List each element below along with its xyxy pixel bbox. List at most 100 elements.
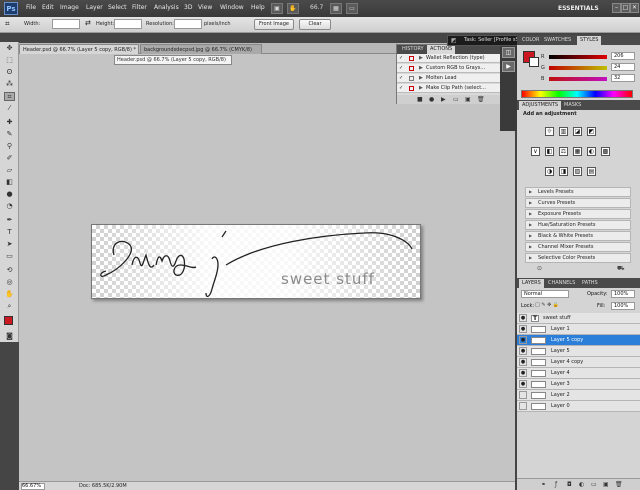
layer-row[interactable]: ● Layer 4 <box>517 368 640 379</box>
action-row[interactable]: ✓ ▶ Molten Lead <box>397 74 515 83</box>
eye-icon[interactable]: ● <box>519 336 527 344</box>
eye-icon[interactable]: ● <box>519 314 527 322</box>
front-image-button[interactable]: Front Image <box>254 19 294 30</box>
resolution-field[interactable] <box>174 19 202 29</box>
brush-tool-icon[interactable]: ✎ <box>4 130 15 139</box>
hand-icon[interactable]: ✋ <box>287 3 299 14</box>
layer-row[interactable]: Layer 2 <box>517 390 640 401</box>
adjustment-layer-icon[interactable]: ◐ <box>579 481 584 488</box>
quick-mask-icon[interactable]: ◙ <box>4 332 15 341</box>
color-balance-icon[interactable]: ⚖ <box>559 147 568 156</box>
curves-presets[interactable]: Curves Presets <box>525 198 631 208</box>
layer-row[interactable]: Layer 0 <box>517 401 640 412</box>
layer-row[interactable]: ● Layer 3 <box>517 379 640 390</box>
vibrance-icon[interactable]: ∨ <box>531 147 540 156</box>
tab-channels[interactable]: CHANNELS <box>545 279 578 288</box>
channel-mixer-presets[interactable]: Channel Mixer Presets <box>525 242 631 252</box>
color-spectrum-bar[interactable] <box>521 90 633 98</box>
layer-row[interactable]: ● T sweet stuff <box>517 313 640 324</box>
tab-swatches[interactable]: SWATCHES <box>541 36 574 45</box>
invert-icon[interactable]: ◑ <box>545 167 554 176</box>
menu-image[interactable]: Image <box>60 4 79 11</box>
tab-actions[interactable]: ACTIONS <box>427 45 456 54</box>
fx-icon[interactable]: ƒ <box>555 481 557 488</box>
actions-panel-icon[interactable]: ▶ <box>502 61 515 72</box>
crop-tool-icon[interactable]: ⌗ <box>5 19 10 29</box>
check-icon[interactable]: ✓ <box>399 85 405 91</box>
lock-icon[interactable]: □ ✎ ✥ 🔒 <box>535 302 559 308</box>
hue-saturation-presets[interactable]: Hue/Saturation Presets <box>525 220 631 230</box>
status-zoom-field[interactable]: 66.67% <box>21 483 45 490</box>
brightness-icon[interactable]: ☼ <box>545 127 554 136</box>
tab-history[interactable]: HISTORY <box>399 45 427 54</box>
swap-icon[interactable]: ⇄ <box>85 19 91 27</box>
stop-icon[interactable]: ■ <box>417 96 423 103</box>
action-row[interactable]: ✓ ▶ Wallet Reflection (type) <box>397 54 515 63</box>
foreground-color-swatch[interactable] <box>4 316 13 325</box>
history-brush-tool-icon[interactable]: ✐ <box>4 154 15 163</box>
posterize-icon[interactable]: ◨ <box>559 167 568 176</box>
clip-icon[interactable]: ⊙ <box>537 265 542 272</box>
levels-icon[interactable]: ▥ <box>559 127 568 136</box>
menu-filter[interactable]: Filter <box>132 4 147 11</box>
shape-tool-icon[interactable]: ▭ <box>4 252 15 261</box>
red-value[interactable]: 206 <box>611 52 635 60</box>
channel-mixer-icon[interactable]: ▩ <box>601 147 610 156</box>
mask-icon[interactable]: ◘ <box>567 481 572 488</box>
opacity-field[interactable]: 100% <box>611 290 635 298</box>
type-tool-icon[interactable]: T <box>4 228 15 237</box>
play-icon[interactable]: ▶ <box>441 96 446 103</box>
layer-row[interactable]: ● Layer 1 <box>517 324 640 335</box>
menu-edit[interactable]: Edit <box>42 4 54 11</box>
eraser-tool-icon[interactable]: ▱ <box>4 166 15 175</box>
action-row[interactable]: ✓ ▶ Make Clip Path (select... <box>397 84 515 93</box>
tab-styles[interactable]: STYLES <box>577 36 602 45</box>
width-field[interactable] <box>52 19 80 29</box>
menu-view[interactable]: View <box>198 4 212 11</box>
new-layer-icon[interactable]: ▣ <box>603 481 609 488</box>
black-white-icon[interactable]: ▦ <box>573 147 582 156</box>
tab-adjustments[interactable]: ADJUSTMENTS <box>519 101 562 110</box>
menu-3d[interactable]: 3D <box>184 4 192 11</box>
3d-rotate-tool-icon[interactable]: ⟲ <box>4 266 15 275</box>
blue-value[interactable]: 32 <box>611 74 635 82</box>
tab-paths[interactable]: PATHS <box>579 279 601 288</box>
lasso-tool-icon[interactable]: ʘ <box>4 68 15 77</box>
tab-layers[interactable]: LAYERS <box>519 279 544 288</box>
resolution-unit-select[interactable]: pixels/inch <box>204 21 231 27</box>
levels-presets[interactable]: Levels Presets <box>525 187 631 197</box>
layer-row[interactable]: ● Layer 5 <box>517 346 640 357</box>
eye-icon[interactable] <box>519 391 527 399</box>
healing-tool-icon[interactable]: ✚ <box>4 118 15 127</box>
adjustment-options-icon[interactable]: ⛟ <box>617 265 625 273</box>
layer-row[interactable]: ● Layer 4 copy <box>517 357 640 368</box>
check-icon[interactable]: ✓ <box>399 75 405 81</box>
arrange-icon[interactable]: ▦ <box>330 3 342 14</box>
selective-color-presets[interactable]: Selective Color Presets <box>525 253 631 263</box>
trash-icon[interactable]: 🗑 <box>615 481 623 488</box>
menu-select[interactable]: Select <box>108 4 127 11</box>
eye-icon[interactable]: ● <box>519 358 527 366</box>
menu-file[interactable]: File <box>26 4 36 11</box>
menu-window[interactable]: Window <box>220 4 244 11</box>
dodge-tool-icon[interactable]: ◔ <box>4 202 15 211</box>
photo-filter-icon[interactable]: ◐ <box>587 147 596 156</box>
green-slider[interactable] <box>549 66 607 70</box>
quick-select-tool-icon[interactable]: ⁂ <box>4 80 15 89</box>
background-color-chip[interactable] <box>529 57 539 67</box>
eye-icon[interactable]: ● <box>519 325 527 333</box>
gradient-map-icon[interactable]: ▤ <box>587 167 596 176</box>
fill-field[interactable]: 100% <box>611 302 635 310</box>
clone-stamp-tool-icon[interactable]: ⚲ <box>4 142 15 151</box>
eye-icon[interactable] <box>519 402 527 410</box>
blur-tool-icon[interactable]: ● <box>4 190 15 199</box>
status-doc-size[interactable]: Doc: 685.5K/2.90M <box>79 483 127 489</box>
3d-camera-tool-icon[interactable]: ◎ <box>4 278 15 287</box>
action-row[interactable]: ✓ ▶ Custom RGB to Grays... <box>397 64 515 73</box>
delete-icon[interactable]: 🗑 <box>477 96 485 103</box>
zoom-level[interactable]: 66.7 <box>310 4 323 11</box>
document-canvas[interactable]: sweet stuff <box>91 224 421 299</box>
new-set-icon[interactable]: ▭ <box>453 96 459 103</box>
black-white-presets[interactable]: Black & White Presets <box>525 231 631 241</box>
curves-icon[interactable]: ◪ <box>573 127 582 136</box>
